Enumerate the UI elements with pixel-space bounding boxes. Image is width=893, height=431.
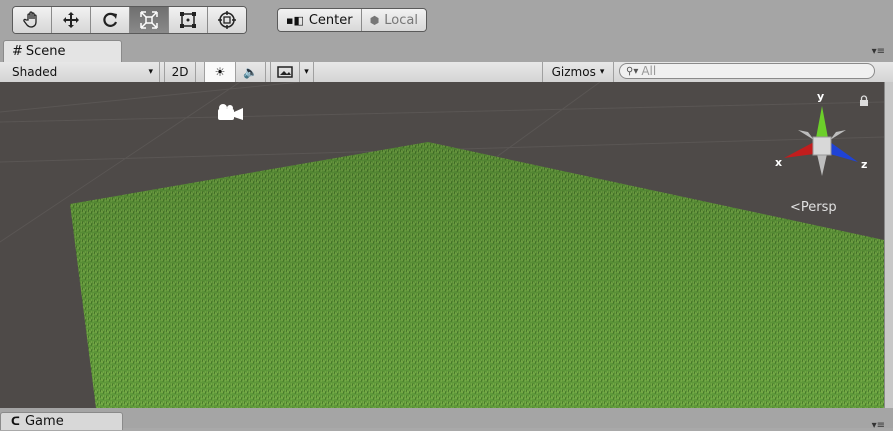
- pacman-icon: ᑕ: [11, 415, 20, 428]
- scene-effects-button[interactable]: [270, 62, 300, 82]
- pivot-center-label: Center: [308, 12, 353, 28]
- main-toolbar: ▪◧ Center ⬢ Local: [0, 0, 893, 40]
- pivot-center-icon: ▪◧: [286, 13, 304, 27]
- gizmo-z-label: z: [861, 158, 868, 171]
- dropdown-arrow-icon: ▾: [148, 67, 153, 77]
- pivot-local-label: Local: [384, 12, 418, 28]
- tab-menu-icon[interactable]: ▾≡: [872, 46, 885, 57]
- search-placeholder: All: [641, 64, 657, 78]
- image-icon: [277, 66, 293, 78]
- shading-mode-label: Shaded: [12, 65, 58, 79]
- scene-audio-button[interactable]: 🔈: [236, 62, 266, 82]
- rect-tool-button[interactable]: [169, 7, 208, 33]
- tab-scene-label: Scene: [25, 44, 66, 59]
- rotate-icon: [103, 12, 118, 27]
- projection-label: Persp: [800, 200, 837, 215]
- gizmos-label: Gizmos: [551, 65, 596, 79]
- 2d-mode-button[interactable]: 2D: [164, 62, 196, 82]
- speaker-icon: 🔈: [243, 65, 258, 79]
- gizmos-dropdown[interactable]: Gizmos ▾: [542, 62, 614, 82]
- hand-icon: [23, 11, 37, 28]
- pivot-center-button[interactable]: ▪◧ Center: [278, 9, 361, 31]
- scene-viewport[interactable]: y x z <Persp: [0, 82, 884, 408]
- dropdown-arrow-icon: ▾: [599, 67, 605, 77]
- tab-game-label: Game: [24, 414, 64, 429]
- pivot-local-button[interactable]: ⬢ Local: [360, 9, 426, 31]
- scene-search-input[interactable]: ⚲▾ All: [619, 63, 875, 79]
- viewport-scrollbar[interactable]: [884, 82, 893, 408]
- projection-toggle[interactable]: <Persp: [790, 200, 837, 215]
- transform-icon: [218, 11, 236, 29]
- scene-toolbar: Shaded ▾ 2D ☀ 🔈 ▾ Gizmos ▾ ⚲▾ All: [0, 62, 893, 83]
- cube-icon: ⬢: [369, 13, 380, 27]
- gizmo-x-label: x: [775, 156, 783, 169]
- tab-game[interactable]: ᑕ Game: [0, 412, 123, 430]
- 2d-mode-label: 2D: [171, 65, 189, 79]
- transform-tools: [12, 6, 247, 34]
- transform-tool-button[interactable]: [208, 7, 246, 33]
- game-tab-strip: ᑕ Game ▾≡: [0, 408, 893, 431]
- gizmo-y-label: y: [817, 90, 825, 103]
- search-icon: ⚲▾: [626, 65, 639, 77]
- persp-chevron-icon: <: [790, 200, 801, 215]
- rect-transform-icon: [180, 12, 196, 28]
- shading-mode-dropdown[interactable]: Shaded ▾: [0, 62, 160, 82]
- pivot-toggle: ▪◧ Center ⬢ Local: [277, 8, 427, 32]
- scene-render: [0, 82, 884, 408]
- scene-tab-strip: # Scene ▾≡: [0, 40, 893, 62]
- grid-icon: #: [12, 44, 23, 59]
- game-tab-menu-icon[interactable]: ▾≡: [872, 420, 885, 431]
- hand-tool-button[interactable]: [13, 7, 52, 33]
- scale-icon: [140, 11, 158, 29]
- sun-icon: ☀: [214, 65, 226, 79]
- scene-lighting-button[interactable]: ☀: [204, 62, 236, 82]
- rotate-tool-button[interactable]: [91, 7, 130, 33]
- move-tool-button[interactable]: [52, 7, 91, 33]
- scale-tool-button[interactable]: [130, 7, 169, 33]
- effects-dropdown-arrow-icon[interactable]: ▾: [300, 62, 314, 82]
- tab-scene[interactable]: # Scene: [3, 40, 122, 62]
- move-arrows-icon: [63, 12, 79, 28]
